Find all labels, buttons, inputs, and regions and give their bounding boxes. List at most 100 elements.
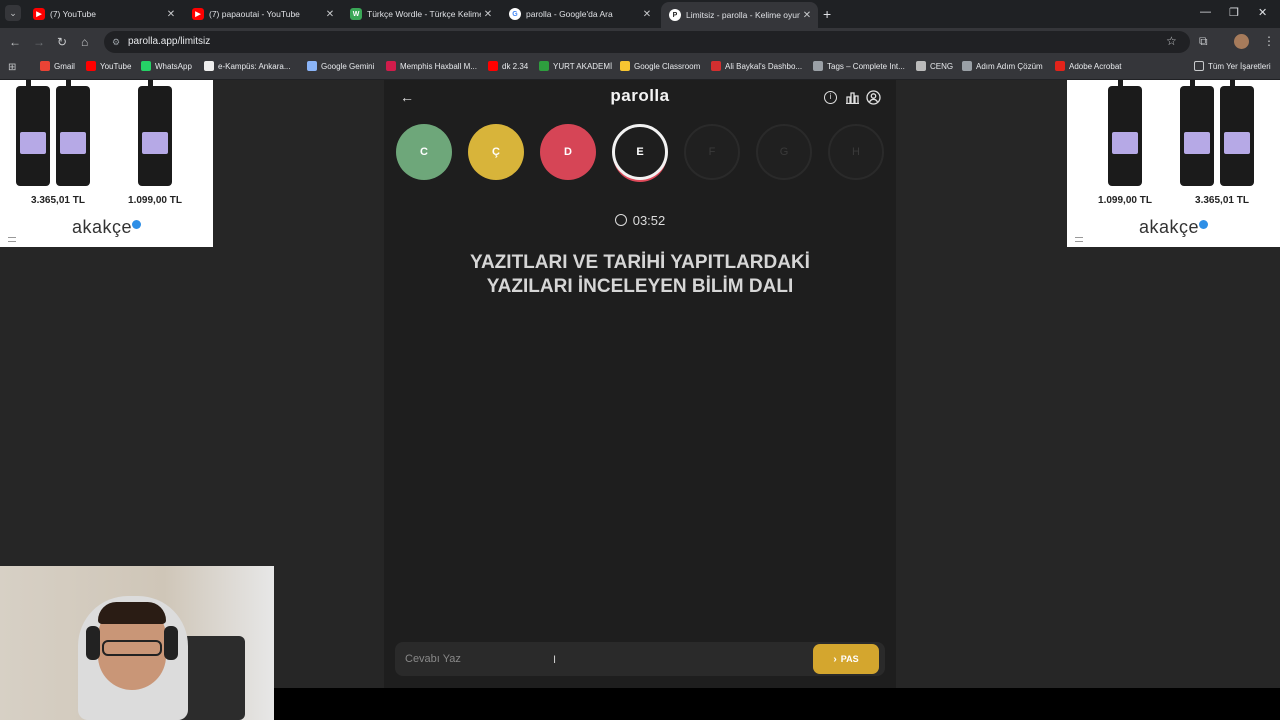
ad-product-1[interactable]: 3.365,01 TL [10,80,106,209]
question-line: YAZITLARI VE TARİHİ YAPITLARDAKİ [470,252,810,273]
left-ad-banner[interactable]: 3.365,01 TL 1.099,00 TL akakçe [0,80,213,247]
tab-2[interactable]: ▶ (7) papaoutai - YouTube ✕ [184,2,341,26]
letter-wheel: CÇDEFGH [396,124,886,184]
answer-input[interactable] [405,649,805,669]
bookmark-item[interactable]: Tags – Complete Int... [813,61,905,71]
folder-icon [1194,61,1204,71]
menu-icon[interactable]: ⋮ [1263,34,1275,48]
tab-label: Limitsiz - parolla - Kelime oyun [686,10,800,20]
back-button[interactable]: ← [9,35,21,49]
bookmark-label: Adobe Acrobat [1069,61,1122,71]
address-bar[interactable]: ⚙ parolla.app/limitsiz [104,31,1190,53]
bookmark-label: Google Gemini [321,61,375,71]
tab-search-button[interactable]: ⌄ [5,5,21,21]
bookmark-item[interactable]: Ali Baykal's Dashbo... [711,61,802,71]
bookmark-item[interactable]: Adım Adım Çözüm [962,61,1043,71]
profile-avatar[interactable] [1234,34,1249,49]
timer-value: 03:52 [632,213,666,228]
bookmark-item[interactable]: Adobe Acrobat [1055,61,1121,71]
timer: 03:52 [384,213,896,228]
bookmark-item[interactable]: Google Gemini [307,61,374,71]
site-info-icon[interactable]: ⚙ [112,31,120,53]
bookmark-label: Adım Adım Çözüm [976,61,1043,71]
bookmark-favicon-icon [204,61,214,71]
bookmark-label: dk 2.34 [502,61,529,71]
close-tab-icon[interactable]: ✕ [800,10,814,21]
home-button[interactable]: ⌂ [81,35,88,49]
tab-3[interactable]: W Türkçe Wordle - Türkçe Kelime ✕ [342,2,499,26]
bookmark-favicon-icon [40,61,50,71]
ad-product-1[interactable]: 1.099,00 TL [1077,80,1173,209]
tab-strip: ⌄ ▶ (7) YouTube ✕ ▶ (7) papaoutai - YouTube ✕… [0,0,1280,28]
tab-label: Türkçe Wordle - Türkçe Kelime [367,9,481,19]
bookmark-item[interactable]: Memphis Haxball M... [386,61,477,71]
new-tab-button[interactable]: + [823,6,831,22]
tab-4[interactable]: Gparolla - Google'da Ara ✕ [501,2,658,26]
bookmark-label: Google Classroom [634,61,701,71]
bookmark-item[interactable]: WhatsApp [141,61,192,71]
letter-yellow: Ç [468,124,524,180]
ad-price: 3.365,01 TL [31,195,85,206]
ad-choices-icon[interactable] [8,237,16,242]
navigation-bar: ← → ↻ ⌂ ⚙ parolla.app/limitsiz ☆ ⧉ ⋮ [0,28,1280,56]
google-icon: G [509,8,521,20]
bookmark-item[interactable]: e-Kampüs: Ankara... [204,61,290,71]
radio-image [1180,80,1214,186]
all-bookmarks-label: Tüm Yer İşaretleri [1208,61,1271,71]
bookmark-item[interactable]: dk 2.34 [488,61,528,71]
minimize-button[interactable]: — [1200,6,1211,18]
bookmark-label: Gmail [54,61,75,71]
youtube-icon: ▶ [33,8,45,20]
all-bookmarks-button[interactable]: Tüm Yer İşaretleri [1194,61,1271,71]
radio-image [56,80,90,186]
bookmark-item[interactable]: CENG [916,61,953,71]
bookmark-star-icon[interactable]: ☆ [1166,34,1177,48]
ad-choices-icon[interactable] [1075,237,1083,242]
text-cursor-icon: I [553,654,557,666]
bookmark-label: e-Kampüs: Ankara... [218,61,291,71]
bookmark-label: YURT AKADEMİ [553,61,613,71]
bookmark-item[interactable]: Google Classroom [620,61,700,71]
bookmark-label: CENG [930,61,954,71]
headphone-left [86,626,100,660]
radio-image [1220,80,1254,186]
info-icon[interactable]: i [824,91,837,104]
bookmark-label: WhatsApp [155,61,192,71]
wordle-icon: W [350,8,362,20]
close-tab-icon[interactable]: ✕ [323,9,337,20]
pass-button[interactable]: › PAS [813,644,879,674]
tab-5[interactable]: P Limitsiz - parolla - Kelime oyun ✕ [661,2,818,28]
parolla-icon: P [669,9,681,21]
bookmark-favicon-icon [539,61,549,71]
restore-button[interactable]: ❐ [1229,6,1239,19]
stats-icon[interactable] [846,91,859,105]
forward-button[interactable]: → [33,35,45,49]
apps-grid-icon[interactable]: ⊞ [8,62,16,73]
ad-brand-logo: akakçe [1067,217,1280,238]
extensions-icon[interactable]: ⧉ [1199,34,1208,49]
tab-1[interactable]: ▶ (7) YouTube ✕ [25,2,182,26]
bookmark-favicon-icon [141,61,151,71]
ad-product-2[interactable]: 1.099,00 TL [107,80,203,209]
radio-image [16,80,50,186]
close-tab-icon[interactable]: ✕ [640,9,654,20]
youtube-icon: ▶ [192,8,204,20]
letter-pending: F [684,124,740,180]
ad-product-2[interactable]: 3.365,01 TL [1174,80,1270,209]
bookmark-item[interactable]: Gmail [40,61,75,71]
bookmark-label: YouTube [100,61,132,71]
pass-label: PAS [840,654,859,664]
reload-button[interactable]: ↻ [57,35,67,49]
verified-badge-icon [132,220,142,229]
close-tab-icon[interactable]: ✕ [481,9,495,20]
close-tab-icon[interactable]: ✕ [164,9,178,20]
chevron-right-icon: › [833,653,837,665]
user-icon[interactable] [866,90,881,105]
window-close-button[interactable]: ✕ [1258,6,1267,19]
bookmark-item[interactable]: YURT AKADEMİ [539,61,612,71]
game-panel: ← parolla i CÇDEFGH 03:52 YAZITLARI VE T… [384,80,896,688]
hair [98,602,166,624]
right-ad-banner[interactable]: 1.099,00 TL 3.365,01 TL akakçe [1067,80,1280,247]
bookmark-item[interactable]: YouTube [86,61,131,71]
ad-price: 1.099,00 TL [1098,195,1152,206]
